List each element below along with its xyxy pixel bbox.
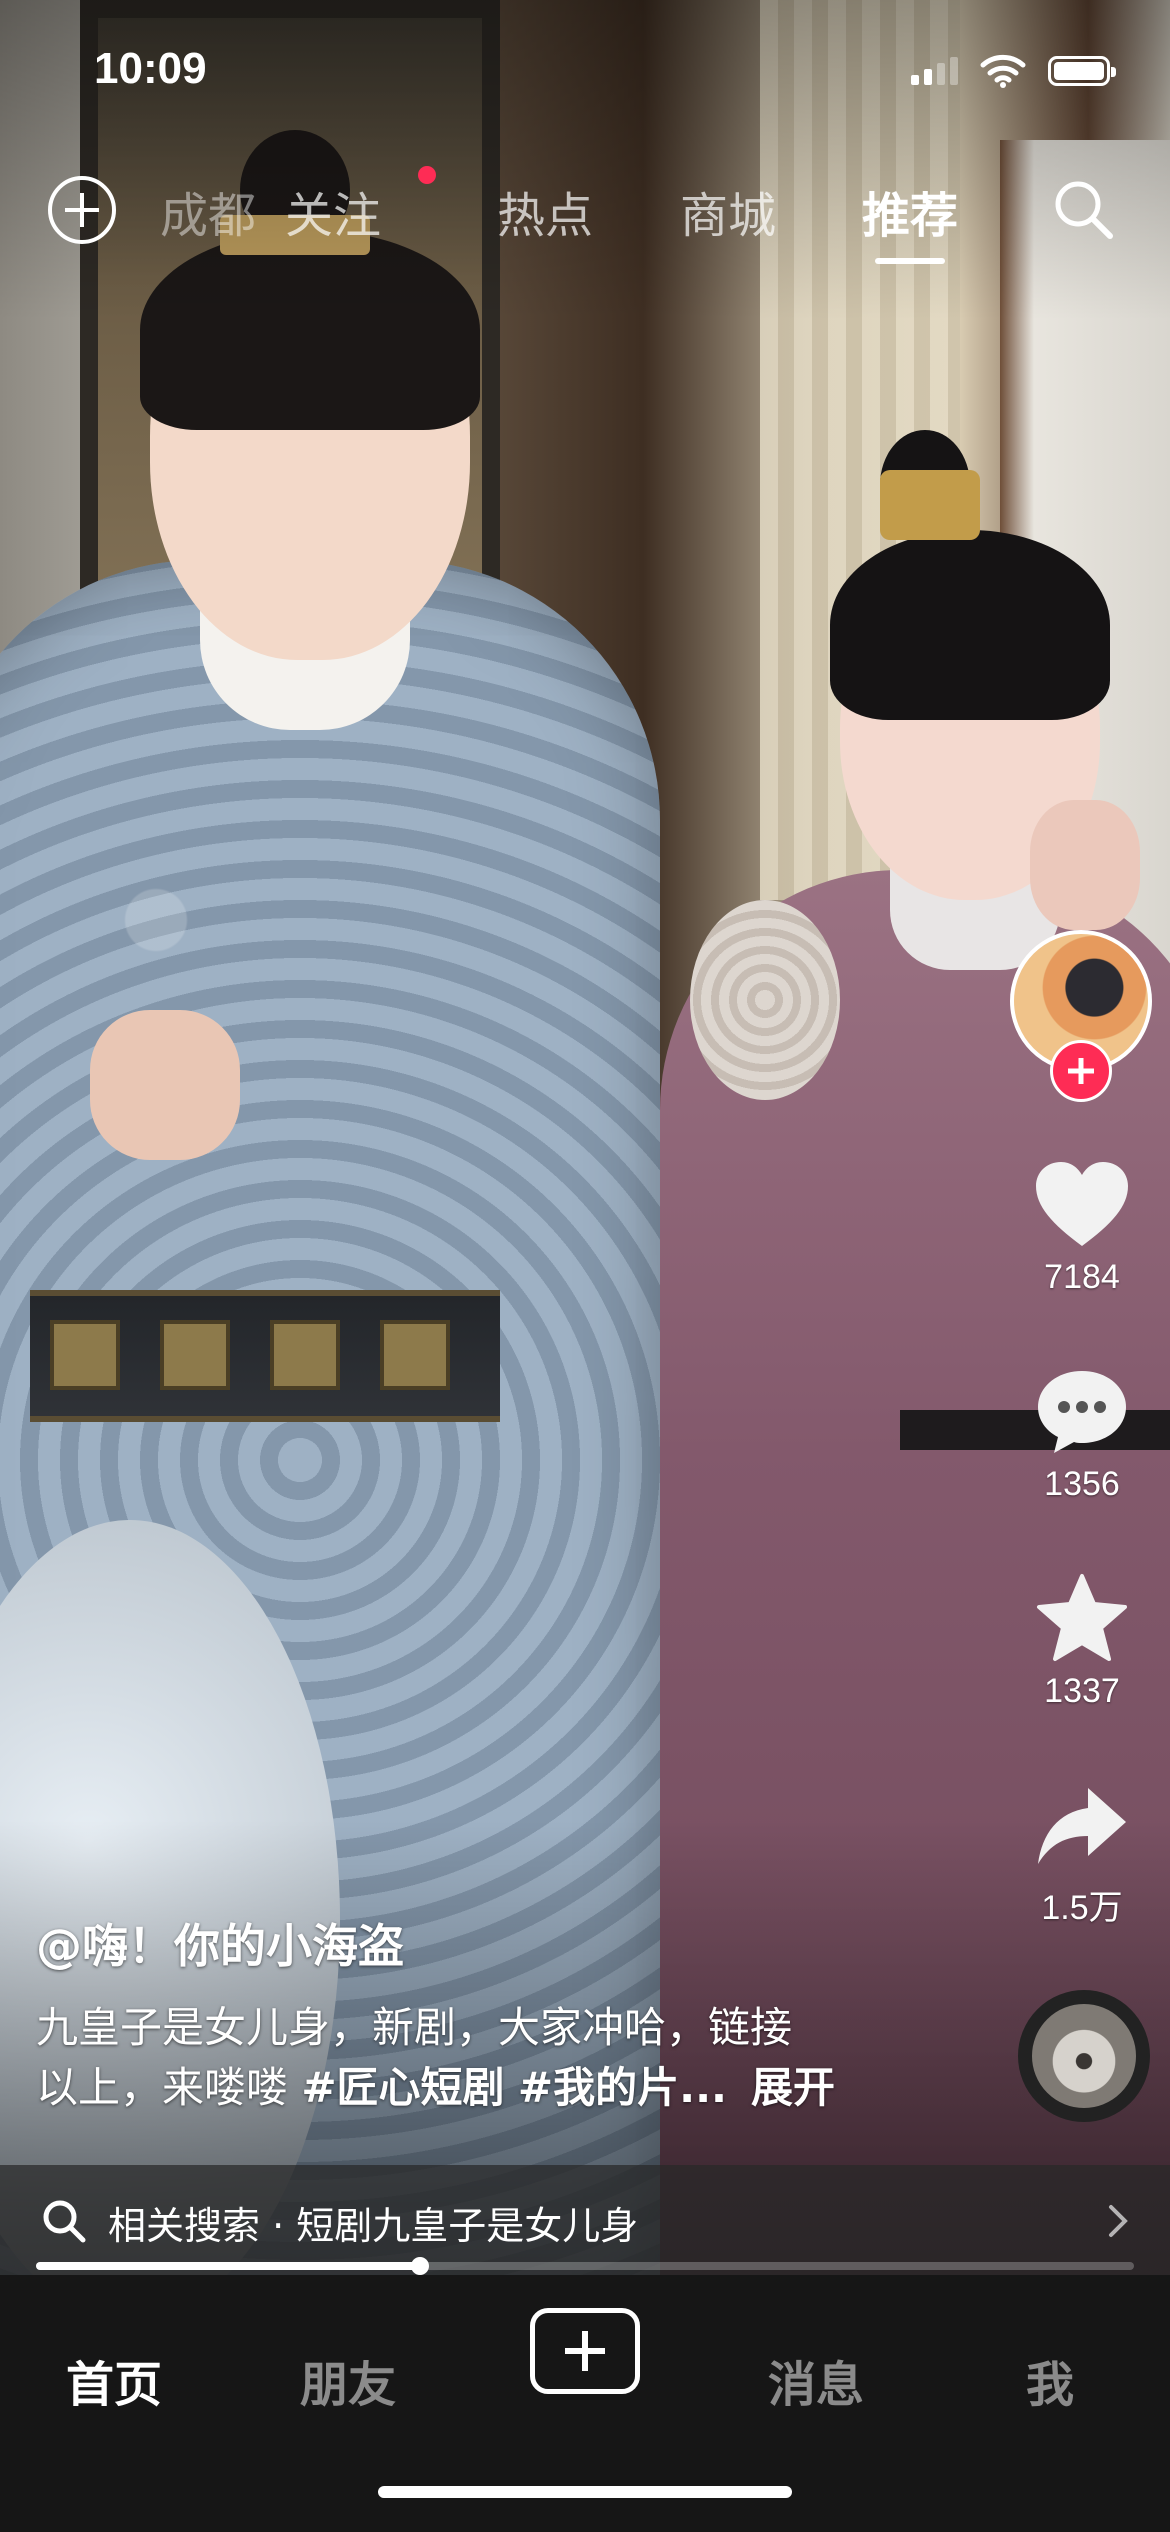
status-time: 10:09 xyxy=(94,44,207,93)
notification-dot xyxy=(418,166,436,184)
comment-count: 1356 xyxy=(1044,1465,1120,1503)
status-icons xyxy=(911,54,1116,88)
tab-home[interactable]: 首页 xyxy=(66,2345,162,2415)
related-search-bar[interactable]: 相关搜索 · 短剧九皇子是女儿身 xyxy=(0,2165,1170,2275)
tab-messages[interactable]: 消息 xyxy=(768,2345,864,2415)
tab-following[interactable]: 关注 xyxy=(285,176,381,246)
follow-plus-icon[interactable] xyxy=(1050,1040,1112,1102)
man-belt xyxy=(30,1290,500,1422)
description-line-2: 以上，来喽喽 #匠心短剧 #我的片... 展开 xyxy=(36,2058,896,2118)
woman-hair xyxy=(830,530,1110,720)
related-search-text: 相关搜索 · 短剧九皇子是女儿身 xyxy=(108,2204,639,2248)
comment-icon xyxy=(1038,1371,1126,1453)
wifi-icon xyxy=(980,54,1026,88)
home-indicator xyxy=(378,2486,792,2498)
share-count: 1.5万 xyxy=(1041,1889,1123,1927)
progress-fill xyxy=(36,2262,421,2270)
expand-button[interactable]: 展开 xyxy=(751,2063,835,2112)
tab-recommended[interactable]: 推荐 xyxy=(862,176,958,246)
create-button[interactable] xyxy=(530,2308,640,2394)
battery-icon xyxy=(1048,56,1116,86)
woman-hand xyxy=(1030,800,1140,930)
tab-friends[interactable]: 朋友 xyxy=(300,2345,396,2415)
video-description: 九皇子是女儿身，新剧，大家冲哈，链接 以上，来喽喽 #匠心短剧 #我的片... 展… xyxy=(36,1998,896,2118)
woman-sleeve xyxy=(690,900,840,1100)
woman-hair-ornament xyxy=(880,470,980,540)
like-count: 7184 xyxy=(1044,1258,1120,1296)
add-circle-icon[interactable] xyxy=(48,176,116,244)
like-button[interactable]: 7184 xyxy=(1010,1158,1154,1297)
share-button[interactable]: 1.5万 xyxy=(1010,1780,1154,1929)
search-icon xyxy=(43,2200,86,2243)
description-line-1: 九皇子是女儿身，新剧，大家冲哈，链接 xyxy=(36,2003,793,2052)
favorite-count: 1337 xyxy=(1044,1672,1120,1710)
hashtag-link[interactable]: #匠心短剧 xyxy=(301,2063,504,2112)
heart-icon xyxy=(1036,1162,1128,1246)
tab-mall[interactable]: 商城 xyxy=(680,176,776,246)
man-hand xyxy=(90,1010,240,1160)
hashtag-link[interactable]: #我的片... xyxy=(518,2063,727,2112)
share-arrow-icon xyxy=(1038,1788,1126,1864)
star-icon xyxy=(1037,1574,1127,1661)
favorite-button[interactable]: 1337 xyxy=(1010,1572,1154,1711)
author-name[interactable]: @嗨！你的小海盗 xyxy=(36,1910,404,1976)
video-progress-bar[interactable] xyxy=(36,2257,1134,2275)
description-text: 以上，来喽喽 xyxy=(36,2063,302,2112)
cellular-signal-icon xyxy=(911,57,958,85)
tab-me[interactable]: 我 xyxy=(1026,2345,1074,2415)
search-icon[interactable] xyxy=(1048,174,1118,244)
top-navigation: 成都 关注 热点 商城 推荐 xyxy=(0,160,1170,260)
comment-button[interactable]: 1356 xyxy=(1010,1365,1154,1504)
chevron-right-icon xyxy=(1109,2205,1128,2237)
tab-trending[interactable]: 热点 xyxy=(497,176,593,246)
music-disc-icon[interactable] xyxy=(1018,1990,1150,2122)
tab-local[interactable]: 成都 xyxy=(160,176,256,246)
